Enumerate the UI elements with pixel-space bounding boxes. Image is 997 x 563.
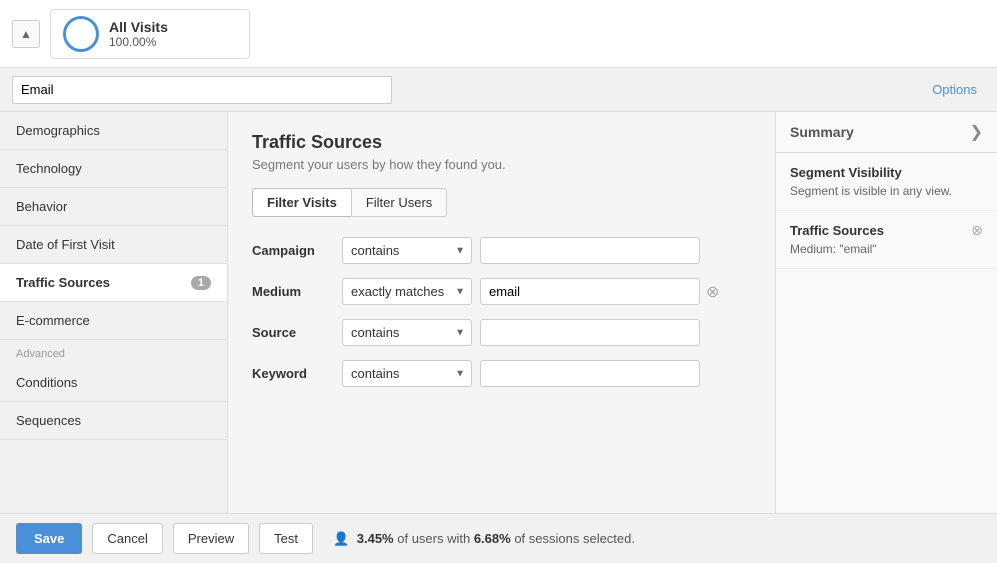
segment-circle-icon <box>63 16 99 52</box>
sidebar-item-technology[interactable]: Technology <box>0 150 227 188</box>
sidebar-label-e-commerce: E-commerce <box>16 313 90 328</box>
segment-percentage: 100.00% <box>109 35 168 49</box>
sessions-label: of sessions selected. <box>511 531 635 546</box>
campaign-label: Campaign <box>252 243 342 258</box>
search-bar: Options <box>0 68 997 112</box>
traffic-sources-delete-button[interactable]: ⊗ <box>971 222 983 239</box>
preview-button[interactable]: Preview <box>173 523 249 554</box>
sidebar-label-sequences: Sequences <box>16 413 81 428</box>
traffic-sources-summary-title: Traffic Sources <box>790 223 884 238</box>
campaign-row: Campaign contains exactly matches does n… <box>252 237 751 264</box>
sidebar-label-technology: Technology <box>16 161 82 176</box>
summary-title: Summary <box>790 124 854 140</box>
traffic-sources-summary-section: Traffic Sources Medium: "email" ⊗ <box>776 211 997 269</box>
top-bar: ▲ All Visits 100.00% <box>0 0 997 68</box>
sidebar-item-traffic-sources[interactable]: Traffic Sources 1 <box>0 264 227 302</box>
filter-visits-tab[interactable]: Filter Visits <box>252 188 351 217</box>
traffic-sources-summary-text: Medium: "email" <box>790 242 884 256</box>
medium-label: Medium <box>252 284 342 299</box>
sidebar-item-e-commerce[interactable]: E-commerce <box>0 302 227 340</box>
medium-clear-button[interactable]: ⊗ <box>706 282 719 302</box>
traffic-sources-summary-row: Traffic Sources Medium: "email" ⊗ <box>790 223 983 256</box>
sidebar-label-behavior: Behavior <box>16 199 67 214</box>
traffic-sources-badge: 1 <box>191 276 211 290</box>
people-icon: 👤 <box>333 531 349 546</box>
sessions-pct: 6.68% <box>474 531 511 546</box>
medium-operator-select[interactable]: contains exactly matches does not contai… <box>342 278 472 305</box>
section-subtitle: Segment your users by how they found you… <box>252 157 751 172</box>
medium-operator-wrapper: contains exactly matches does not contai… <box>342 278 472 305</box>
keyword-label: Keyword <box>252 366 342 381</box>
sidebar: Demographics Technology Behavior Date of… <box>0 112 228 513</box>
source-row: Source contains exactly matches does not… <box>252 319 751 346</box>
advanced-section-label: Advanced <box>0 340 227 364</box>
users-label: of users with <box>394 531 474 546</box>
segment-info: All Visits 100.00% <box>109 19 168 49</box>
keyword-value-input[interactable] <box>480 360 700 387</box>
campaign-operator-wrapper: contains exactly matches does not contai… <box>342 237 472 264</box>
source-operator-select[interactable]: contains exactly matches does not contai… <box>342 319 472 346</box>
bottom-bar: Save Cancel Preview Test 👤 3.45% of user… <box>0 513 997 563</box>
sidebar-item-demographics[interactable]: Demographics <box>0 112 227 150</box>
sidebar-item-sequences[interactable]: Sequences <box>0 402 227 440</box>
section-title: Traffic Sources <box>252 132 751 153</box>
medium-value-input[interactable] <box>480 278 700 305</box>
source-value-input[interactable] <box>480 319 700 346</box>
filter-users-tab[interactable]: Filter Users <box>351 188 447 217</box>
status-text: 👤 3.45% of users with 6.68% of sessions … <box>333 531 635 547</box>
users-pct: 3.45% <box>357 531 394 546</box>
sidebar-item-behavior[interactable]: Behavior <box>0 188 227 226</box>
cancel-button[interactable]: Cancel <box>92 523 162 554</box>
search-input[interactable] <box>12 76 392 104</box>
test-button[interactable]: Test <box>259 523 313 554</box>
sidebar-label-demographics: Demographics <box>16 123 100 138</box>
center-content: Traffic Sources Segment your users by ho… <box>228 112 775 513</box>
source-label: Source <box>252 325 342 340</box>
sidebar-label-traffic-sources: Traffic Sources <box>16 275 110 290</box>
segment-visibility-section: Segment Visibility Segment is visible in… <box>776 153 997 211</box>
sidebar-item-date-of-first-visit[interactable]: Date of First Visit <box>0 226 227 264</box>
summary-header: Summary ❯ <box>776 112 997 153</box>
segment-visibility-text: Segment is visible in any view. <box>790 184 983 198</box>
keyword-row: Keyword contains exactly matches does no… <box>252 360 751 387</box>
sidebar-label-date-of-first-visit: Date of First Visit <box>16 237 115 252</box>
main-layout: Demographics Technology Behavior Date of… <box>0 112 997 513</box>
options-link[interactable]: Options <box>932 82 977 97</box>
sidebar-label-conditions: Conditions <box>16 375 77 390</box>
campaign-value-input[interactable] <box>480 237 700 264</box>
keyword-operator-select[interactable]: contains exactly matches does not contai… <box>342 360 472 387</box>
keyword-operator-wrapper: contains exactly matches does not contai… <box>342 360 472 387</box>
medium-row: Medium contains exactly matches does not… <box>252 278 751 305</box>
traffic-sources-summary-content: Traffic Sources Medium: "email" <box>790 223 884 256</box>
source-operator-wrapper: contains exactly matches does not contai… <box>342 319 472 346</box>
campaign-operator-select[interactable]: contains exactly matches does not contai… <box>342 237 472 264</box>
filter-tabs: Filter Visits Filter Users <box>252 188 751 217</box>
summary-chevron-icon[interactable]: ❯ <box>970 122 983 142</box>
summary-panel: Summary ❯ Segment Visibility Segment is … <box>775 112 997 513</box>
chevron-up-icon: ▲ <box>20 27 32 41</box>
collapse-button[interactable]: ▲ <box>12 20 40 48</box>
segment-pill[interactable]: All Visits 100.00% <box>50 9 250 59</box>
sidebar-item-conditions[interactable]: Conditions <box>0 364 227 402</box>
segment-visibility-title: Segment Visibility <box>790 165 983 180</box>
save-button[interactable]: Save <box>16 523 82 554</box>
segment-name: All Visits <box>109 19 168 35</box>
